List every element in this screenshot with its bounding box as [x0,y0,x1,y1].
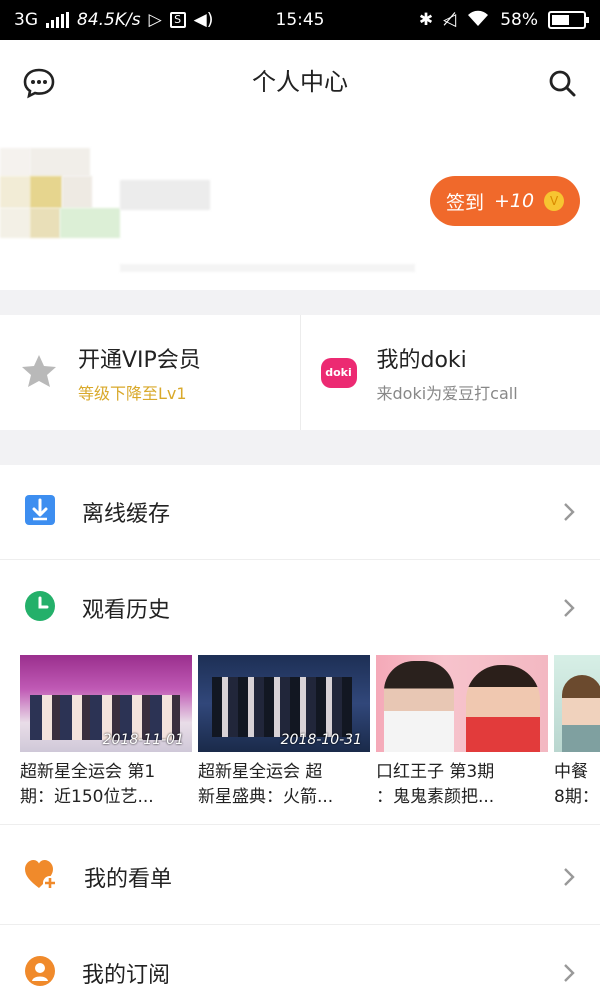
history-title: 中餐 8期： [554,762,599,807]
my-subscriptions-label: 我的订阅 [82,962,171,988]
offline-cache-row[interactable]: 离线缓存 [0,465,600,560]
status-bar: 3G 84.5K/s ▷ S ◀) 15:45 ✱ ◁̸ 58% [0,0,600,40]
watch-history-label: 观看历史 [82,597,171,623]
profile-section: 签到 +10 V [0,124,600,290]
search-icon[interactable] [545,66,579,100]
mute-icon: ◁̸ [443,10,457,30]
wifi-icon [466,9,490,32]
user-info [120,264,415,272]
bluetooth-icon: ✱ [418,10,434,30]
download-icon [24,494,56,530]
vip-subtitle: 等级下降至Lv1 [78,383,187,403]
doki-title: 我的doki [376,347,467,373]
app-s-icon: S [169,12,186,28]
signal-icon [46,12,69,28]
my-watchlist-row[interactable]: 我的看单 [0,830,600,925]
feature-cards: 开通VIP会员 等级下降至Lv1 doki 我的doki 来doki为爱豆打ca… [0,315,600,430]
coin-icon: V [544,191,565,211]
vip-title: 开通VIP会员 [78,347,201,373]
checkin-button[interactable]: 签到 +10 V [430,176,580,226]
video-thumbnail[interactable] [554,655,600,752]
volume-icon: ◀) [193,10,214,30]
chevron-right-icon [564,503,575,521]
video-thumbnail[interactable] [376,655,548,752]
heart-plus-icon [24,859,58,895]
history-title: 超新星全运会 超 新星盛典：火箭... [198,762,334,807]
chevron-right-icon [564,598,575,617]
doki-card[interactable]: doki 我的doki 来doki为爱豆打call [299,315,600,430]
history-title: 超新星全运会 第1 期：近150位艺... [20,762,156,807]
my-watchlist-label: 我的看单 [84,867,173,892]
history-item[interactable]: 2018-10-31 超新星全运会 超 新星盛典：火箭... [198,655,370,812]
checkin-label: 签到 [445,191,484,214]
watch-history-row[interactable]: 观看历史 [0,560,600,655]
section-divider [0,290,600,315]
avatar[interactable] [0,148,120,244]
play-icon: ▷ [148,10,162,30]
video-thumbnail[interactable]: 2018-10-31 [198,655,370,752]
star-icon [20,353,58,393]
page-header: 个人中心 [0,40,600,124]
checkin-bonus: +10 [493,190,535,212]
clock: 15:45 [275,10,325,30]
chevron-right-icon [564,868,575,886]
username [120,180,210,210]
history-title: 口红王子 第3期 ：鬼鬼素颜把... [376,762,495,807]
history-date: 2018-11-01 [102,732,184,748]
doki-icon: doki [320,357,357,388]
offline-cache-label: 离线缓存 [82,502,171,527]
history-date: 2018-10-31 [280,732,362,748]
battery-percent: 58% [500,10,538,30]
clock-icon [24,590,56,626]
battery-icon [548,11,589,29]
network-type: 3G [14,10,38,30]
section-divider [0,430,600,465]
history-item[interactable]: 中餐 8期： [554,655,600,812]
page-title: 个人中心 [252,68,348,96]
subscription-icon [24,955,56,991]
doki-subtitle: 来doki为爱豆打call [376,383,518,403]
history-item[interactable]: 2018-11-01 超新星全运会 第1 期：近150位艺... [20,655,192,812]
chevron-right-icon [564,963,575,982]
history-item[interactable]: 口红王子 第3期 ：鬼鬼素颜把... [376,655,548,812]
my-subscriptions-row[interactable]: 我的订阅 [0,925,600,991]
video-thumbnail[interactable]: 2018-11-01 [20,655,192,752]
network-speed: 84.5K/s [77,10,141,30]
history-carousel[interactable]: 2018-11-01 超新星全运会 第1 期：近150位艺... 2018-10… [0,655,600,825]
vip-card[interactable]: 开通VIP会员 等级下降至Lv1 [0,315,300,430]
